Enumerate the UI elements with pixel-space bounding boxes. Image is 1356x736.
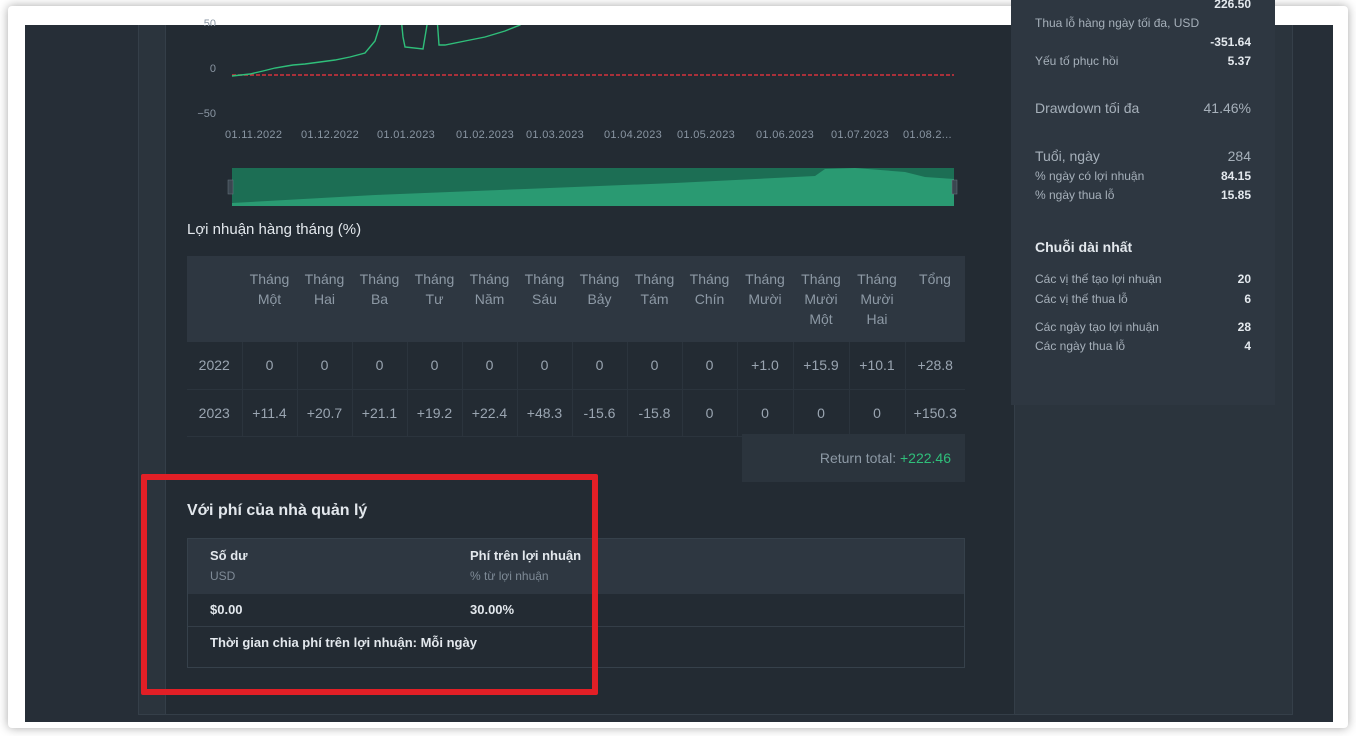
stat-label: Các ngày thua lỗ <box>1035 339 1126 353</box>
header-cell: Tháng Bảy <box>572 256 627 342</box>
value-cell: 0 <box>737 389 794 437</box>
stat-value: 20 <box>1237 272 1251 286</box>
total-cell: +28.8 <box>905 342 965 390</box>
monthly-returns-table: Tháng Một Tháng Hai Tháng Ba Tháng Tư Th… <box>187 256 965 437</box>
stat-label: % ngày có lợi nhuận <box>1035 169 1145 183</box>
return-total: Return total: +222.46 <box>742 434 965 482</box>
stat-label: Các vị thế thua lỗ <box>1035 292 1128 306</box>
header-cell: Tháng Ba <box>352 256 407 342</box>
x-tick: 01.12.2022 <box>301 129 360 141</box>
stat-value: -351.64 <box>1210 35 1251 49</box>
total-cell: +150.3 <box>905 389 965 437</box>
value-cell: +19.2 <box>407 389 463 437</box>
stat-label: Các vị thế tạo lợi nhuận <box>1035 272 1162 286</box>
navigator-handle-left <box>227 179 234 195</box>
header-cell: Tháng Mười Một <box>793 256 849 342</box>
x-tick: 01.08.2... <box>903 129 952 141</box>
header-cell <box>187 256 242 342</box>
y-tick-0: 0 <box>209 63 216 75</box>
stat-value: 28 <box>1237 320 1251 334</box>
stat-value: 4 <box>1244 339 1251 353</box>
value-cell: -15.8 <box>627 389 683 437</box>
stat-value: 226.50 <box>1214 0 1251 11</box>
y-tick-minus-50: −50 <box>197 108 216 120</box>
x-tick: 01.11.2022 <box>225 129 283 141</box>
streak-title: Chuỗi dài nhất <box>1035 239 1133 255</box>
value-cell: 0 <box>849 389 906 437</box>
value-cell: +11.4 <box>242 389 298 437</box>
value-cell: 0 <box>517 342 573 390</box>
value-cell: 0 <box>682 342 738 390</box>
statistics-panel: 226.50 Thua lỗ hàng ngày tối đa, USD -35… <box>1011 0 1275 405</box>
year-cell: 2023 <box>187 389 243 437</box>
header-cell: Tháng Mười <box>737 256 793 342</box>
header-cell: Tháng Một <box>242 256 297 342</box>
stat-value: 5.37 <box>1227 54 1251 68</box>
header-cell: Tổng <box>905 256 965 342</box>
stat-value: 6 <box>1244 292 1251 306</box>
stat-value: 284 <box>1227 148 1251 164</box>
x-tick: 01.04.2023 <box>604 129 663 141</box>
stat-label: Thua lỗ hàng ngày tối đa, USD <box>1035 16 1200 30</box>
stat-label: Tuổi, ngày <box>1035 148 1100 164</box>
return-total-label: Return total: <box>819 450 897 466</box>
equity-chart[interactable] <box>25 25 1025 215</box>
x-tick: 01.06.2023 <box>756 129 815 141</box>
stat-label: % ngày thua lỗ <box>1035 188 1115 202</box>
monthly-returns-title: Lợi nhuận hàng tháng (%) <box>187 221 362 238</box>
table-row: 2023 +11.4 +20.7 +21.1 +19.2 +22.4 +48.3… <box>187 389 965 437</box>
value-cell: +21.1 <box>352 389 408 437</box>
stat-label: Drawdown tối đa <box>1035 100 1140 116</box>
value-cell: +48.3 <box>517 389 573 437</box>
value-cell: 0 <box>572 342 628 390</box>
value-cell: 0 <box>297 342 353 390</box>
equity-chart-svg <box>227 25 958 206</box>
value-cell: +1.0 <box>737 342 794 390</box>
value-cell: 0 <box>242 342 298 390</box>
header-cell: Tháng Năm <box>462 256 517 342</box>
value-cell: +15.9 <box>793 342 850 390</box>
x-tick: 01.03.2023 <box>526 129 585 141</box>
header-cell: Tháng Tư <box>407 256 462 342</box>
table-header-row: Tháng Một Tháng Hai Tháng Ba Tháng Tư Th… <box>187 256 965 342</box>
stat-label: Yếu tố phục hồi <box>1035 54 1119 68</box>
value-cell: +10.1 <box>849 342 906 390</box>
header-cell: Tháng Sáu <box>517 256 572 342</box>
value-cell: 0 <box>627 342 683 390</box>
value-cell: -15.6 <box>572 389 628 437</box>
value-cell: +20.7 <box>297 389 353 437</box>
table-row: 2022 0 0 0 0 0 0 0 0 0 +1.0 +15.9 +10.1 … <box>187 342 965 390</box>
value-cell: 0 <box>352 342 408 390</box>
value-cell: +22.4 <box>462 389 518 437</box>
y-tick-50: 50 <box>203 18 216 26</box>
navigator-handle-right <box>951 179 958 195</box>
header-cell: Tháng Chín <box>682 256 737 342</box>
value-cell: 0 <box>793 389 850 437</box>
stat-value: 15.85 <box>1220 188 1251 202</box>
stat-value: 84.15 <box>1220 169 1251 183</box>
x-tick: 01.07.2023 <box>831 129 890 141</box>
header-cell: Tháng Hai <box>297 256 352 342</box>
x-tick: 01.05.2023 <box>677 129 736 141</box>
value-cell: 0 <box>407 342 463 390</box>
x-tick: 01.01.2023 <box>377 129 436 141</box>
equity-line <box>231 25 521 77</box>
header-cell: Tháng Tám <box>627 256 682 342</box>
value-cell: 0 <box>682 389 738 437</box>
value-cell: 0 <box>462 342 518 390</box>
stat-value: 41.46% <box>1203 100 1251 116</box>
header-cell: Tháng Mười Hai <box>849 256 905 342</box>
year-cell: 2022 <box>187 342 243 390</box>
x-tick: 01.02.2023 <box>456 129 515 141</box>
stat-label: Các ngày tạo lợi nhuận <box>1035 320 1159 334</box>
highlight-box <box>141 474 598 695</box>
return-total-value: +222.46 <box>900 450 951 466</box>
